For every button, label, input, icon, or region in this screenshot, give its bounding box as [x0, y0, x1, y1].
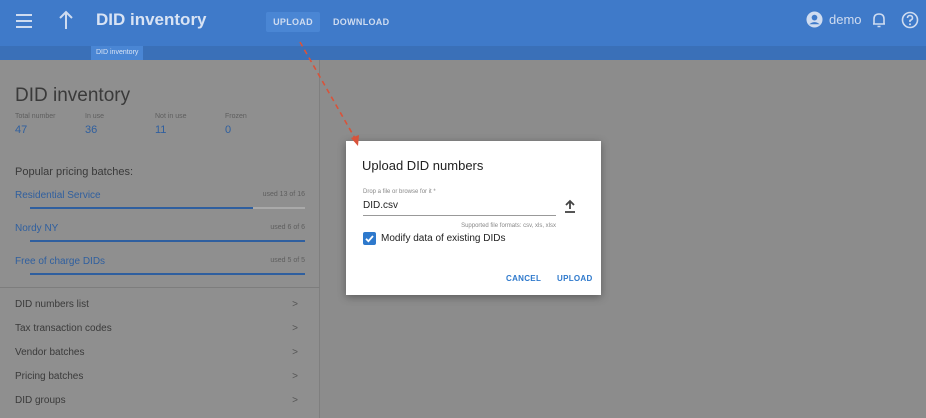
- help-icon[interactable]: [901, 11, 919, 29]
- account-icon: [806, 11, 823, 28]
- upload-button[interactable]: UPLOAD: [557, 274, 593, 283]
- batch-progress-fill: [30, 273, 305, 275]
- popular-batches-title: Popular pricing batches:: [15, 166, 134, 178]
- stat-label: Not in use: [155, 113, 187, 120]
- batch-name[interactable]: Residential Service: [15, 190, 101, 201]
- batch-progress-fill: [30, 240, 305, 242]
- sidebar-divider: [0, 287, 320, 288]
- page-title: DID inventory: [96, 10, 207, 29]
- user-menu[interactable]: demo: [806, 11, 862, 28]
- batch-progress-track: [30, 207, 305, 209]
- stat-value: 47: [15, 124, 28, 136]
- chevron-right-icon: >: [292, 371, 298, 382]
- stat-label: Frozen: [225, 113, 247, 120]
- stat-value: 11: [155, 124, 167, 136]
- sidebar-item-did-numbers-list[interactable]: DID numbers list >: [15, 299, 298, 315]
- bell-icon[interactable]: [872, 11, 886, 29]
- batch-item[interactable]: Residential Service used 13 of 16: [15, 190, 305, 210]
- checkmark-icon: [365, 235, 374, 243]
- upload-icon[interactable]: [564, 199, 576, 213]
- batch-progress-fill: [30, 207, 254, 209]
- stat-total[interactable]: Total number 47: [15, 113, 85, 136]
- sidebar-item-label: Tax transaction codes: [15, 323, 112, 334]
- batch-progress-track: [30, 240, 305, 242]
- batch-usage: used 5 of 5: [270, 257, 305, 264]
- chevron-right-icon: >: [292, 323, 298, 334]
- up-arrow-icon[interactable]: [58, 10, 74, 30]
- batch-item[interactable]: Nordy NY used 6 of 6: [15, 223, 305, 243]
- file-input[interactable]: DID.csv: [363, 200, 398, 211]
- batch-usage: used 13 of 16: [262, 191, 305, 198]
- download-nav-button[interactable]: DOWNLOAD: [333, 17, 389, 27]
- menu-icon[interactable]: [16, 14, 32, 28]
- sidebar-item-pricing-batches[interactable]: Pricing batches >: [15, 371, 298, 387]
- stat-label: In use: [85, 113, 105, 120]
- stat-not-in-use[interactable]: Not in use 11: [155, 113, 225, 136]
- upload-nav-button[interactable]: UPLOAD: [266, 12, 320, 32]
- sidebar-heading: DID inventory: [15, 85, 131, 106]
- file-field-label: Drop a file or browse for it *: [363, 189, 436, 195]
- file-format-hint: Supported file formats: csv, xls, xlsx: [461, 223, 556, 229]
- sidebar-item-label: Pricing batches: [15, 371, 84, 382]
- breadcrumb-bar: DID inventory: [0, 46, 926, 60]
- stat-label: Total number: [15, 113, 56, 120]
- file-input-underline: [363, 215, 556, 216]
- batch-name[interactable]: Nordy NY: [15, 223, 58, 234]
- modify-existing-checkbox[interactable]: [363, 232, 376, 245]
- sidebar: DID inventory Total number 47 In use 36 …: [0, 60, 320, 418]
- breadcrumb[interactable]: DID inventory: [91, 46, 144, 60]
- sidebar-item-vendor-batches[interactable]: Vendor batches >: [15, 347, 298, 363]
- dialog-title: Upload DID numbers: [362, 158, 484, 173]
- batch-usage: used 6 of 6: [270, 224, 305, 231]
- modify-existing-label[interactable]: Modify data of existing DIDs: [381, 233, 506, 244]
- chevron-right-icon: >: [292, 299, 298, 310]
- user-name: demo: [829, 12, 862, 27]
- batch-progress-track: [30, 273, 305, 275]
- chevron-right-icon: >: [292, 347, 298, 358]
- stat-frozen[interactable]: Frozen 0: [225, 113, 295, 136]
- app-bar: DID inventory UPLOAD DOWNLOAD demo: [0, 0, 926, 46]
- cancel-button[interactable]: CANCEL: [506, 274, 541, 283]
- sidebar-item-tax-transaction-codes[interactable]: Tax transaction codes >: [15, 323, 298, 339]
- stats-row: Total number 47 In use 36 Not in use 11 …: [15, 113, 295, 136]
- stat-value: 36: [85, 124, 98, 136]
- batch-name[interactable]: Free of charge DIDs: [15, 256, 105, 267]
- sidebar-item-did-groups[interactable]: DID groups >: [15, 395, 298, 411]
- sidebar-item-label: DID groups: [15, 395, 66, 406]
- chevron-right-icon: >: [292, 395, 298, 406]
- batch-item[interactable]: Free of charge DIDs used 5 of 5: [15, 256, 305, 276]
- sidebar-item-label: DID numbers list: [15, 299, 89, 310]
- stat-value: 0: [225, 124, 232, 136]
- sidebar-item-label: Vendor batches: [15, 347, 85, 358]
- stat-in-use[interactable]: In use 36: [85, 113, 155, 136]
- upload-dialog: Upload DID numbers Drop a file or browse…: [346, 141, 601, 295]
